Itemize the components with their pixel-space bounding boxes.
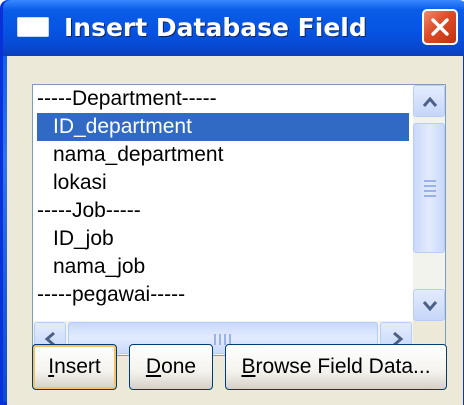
chevron-up-icon [422, 96, 438, 107]
window-icon [17, 17, 49, 37]
scroll-down-button[interactable] [413, 289, 445, 321]
field-list-items: -----Department----- ID_department nama_… [33, 85, 413, 321]
close-button[interactable] [422, 9, 458, 45]
list-item[interactable]: -----Department----- [33, 85, 413, 113]
window-title: Insert Database Field [64, 13, 367, 42]
grip-line [424, 195, 436, 197]
list-item[interactable]: -----pegawai----- [33, 281, 413, 309]
dialog-client-area: -----Department----- ID_department nama_… [7, 56, 463, 405]
title-bar[interactable]: Insert Database Field [3, 0, 464, 56]
grip-line [224, 334, 226, 345]
list-item[interactable]: ID_job [33, 225, 413, 253]
browse-field-data-button[interactable]: Browse Field Data... [225, 344, 447, 390]
grip-line [424, 185, 436, 187]
grip-line [424, 190, 436, 192]
close-icon [431, 18, 449, 36]
grip-line [219, 334, 221, 345]
scroll-up-button[interactable] [413, 85, 445, 117]
vertical-scrollbar[interactable] [413, 85, 445, 321]
vertical-scroll-thumb[interactable] [413, 123, 445, 253]
list-item[interactable]: -----Job----- [33, 197, 413, 225]
grip-line [214, 334, 216, 345]
field-listbox[interactable]: -----Department----- ID_department nama_… [32, 84, 446, 356]
grip-line [424, 180, 436, 182]
insert-button[interactable]: Insert [32, 344, 117, 390]
list-item[interactable]: ID_department [37, 113, 409, 141]
list-item[interactable]: nama_job [33, 253, 413, 281]
list-item[interactable]: nama_department [33, 141, 413, 169]
list-item[interactable]: lokasi [33, 169, 413, 197]
done-button[interactable]: Done [129, 344, 213, 390]
dialog-window: Insert Database Field -----Department---… [0, 0, 464, 405]
chevron-down-icon [422, 301, 438, 312]
